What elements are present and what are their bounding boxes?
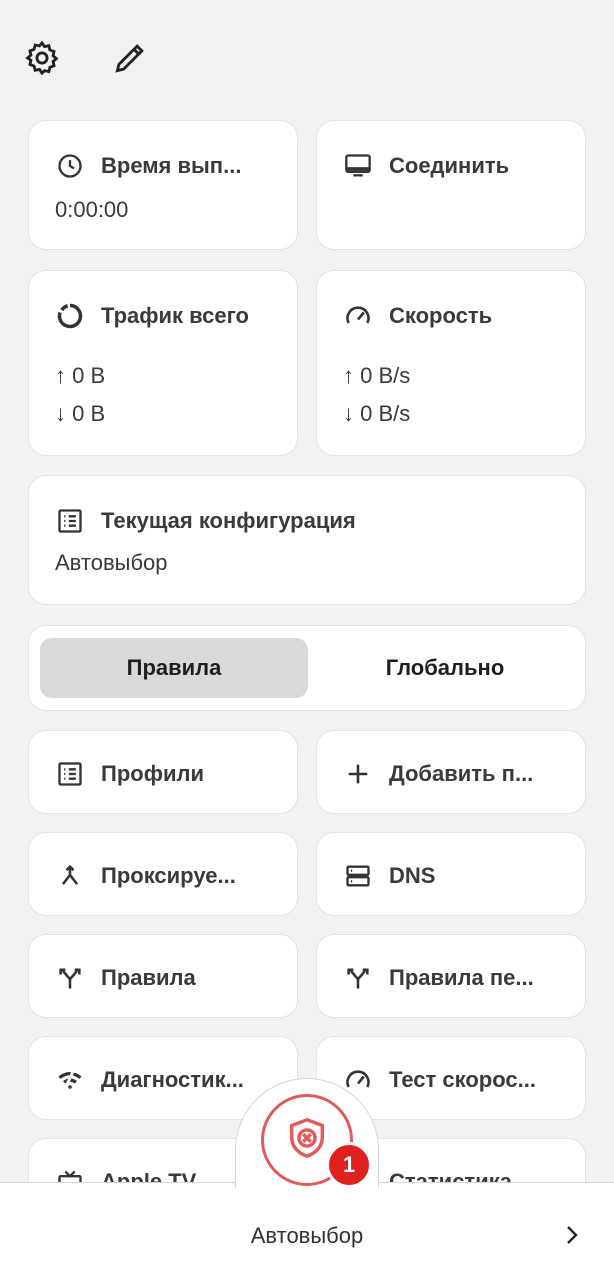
merge-icon [55,861,85,891]
menu-item-label: Добавить п... [389,761,534,786]
menu-item-label: Профили [101,761,204,786]
menu-item-rules[interactable]: Правила [28,934,298,1018]
speed-upload: ↑ 0 B/s [343,363,411,388]
config-title: Текущая конфигурация [101,508,356,533]
mode-rules-tab[interactable]: Правила [40,638,308,698]
wifi-off-icon [55,1065,85,1095]
top-toolbar [22,38,150,78]
clock-icon [55,151,85,181]
bottom-bar[interactable]: Автовыбор [0,1182,614,1280]
current-config-card[interactable]: Текущая конфигурация Автовыбор [28,475,586,605]
menu-item-rule-overrides[interactable]: Правила пе... [316,934,586,1018]
connect-title: Соединить [389,153,510,178]
speedometer-icon [343,301,373,331]
menu-item-label: DNS [389,863,436,888]
edit-pencil-icon[interactable] [110,38,150,78]
config-value: Автовыбор [55,550,168,575]
menu-item-label: Диагностик... [101,1067,244,1092]
mode-toggle: Правила Глобально [28,625,586,711]
gear-icon[interactable] [22,38,62,78]
monitor-icon [343,151,373,181]
uptime-card: Время вып... 0:00:00 [28,120,298,250]
traffic-card: Трафик всего ↑ 0 B ↓ 0 B [28,270,298,456]
dns-server-icon [343,861,373,891]
shield-x-icon [284,1115,330,1166]
menu-item-label: Проксируе... [101,863,236,888]
traffic-title: Трафик всего [101,303,249,328]
traffic-upload: ↑ 0 B [55,363,106,388]
mode-global-tab[interactable]: Глобально [311,638,579,698]
selected-profile-label: Автовыбор [250,1223,364,1248]
connect-card[interactable]: Соединить [316,120,586,250]
menu-item-add-profile[interactable]: Добавить п... [316,730,586,814]
menu-item-proxied[interactable]: Проксируе... [28,832,298,916]
plus-icon [343,759,373,789]
speed-download: ↓ 0 B/s [343,401,411,426]
traffic-download: ↓ 0 B [55,401,106,426]
speed-card: Скорость ↑ 0 B/s ↓ 0 B/s [316,270,586,456]
list-icon [55,506,85,536]
menu-item-label: Правила пе... [389,965,534,990]
donut-chart-icon [55,301,85,331]
notification-badge: 1 [326,1142,372,1188]
uptime-title: Время вып... [101,153,242,178]
menu-item-dns[interactable]: DNS [316,832,586,916]
menu-item-label: Тест скорос... [389,1067,536,1092]
fork-icon [55,963,85,993]
menu-item-label: Правила [101,965,196,990]
speed-title: Скорость [389,303,493,328]
list-icon [55,759,85,789]
uptime-value: 0:00:00 [55,197,129,222]
menu-item-profiles[interactable]: Профили [28,730,298,814]
fork-icon [343,963,373,993]
chevron-right-icon[interactable] [560,1221,584,1249]
